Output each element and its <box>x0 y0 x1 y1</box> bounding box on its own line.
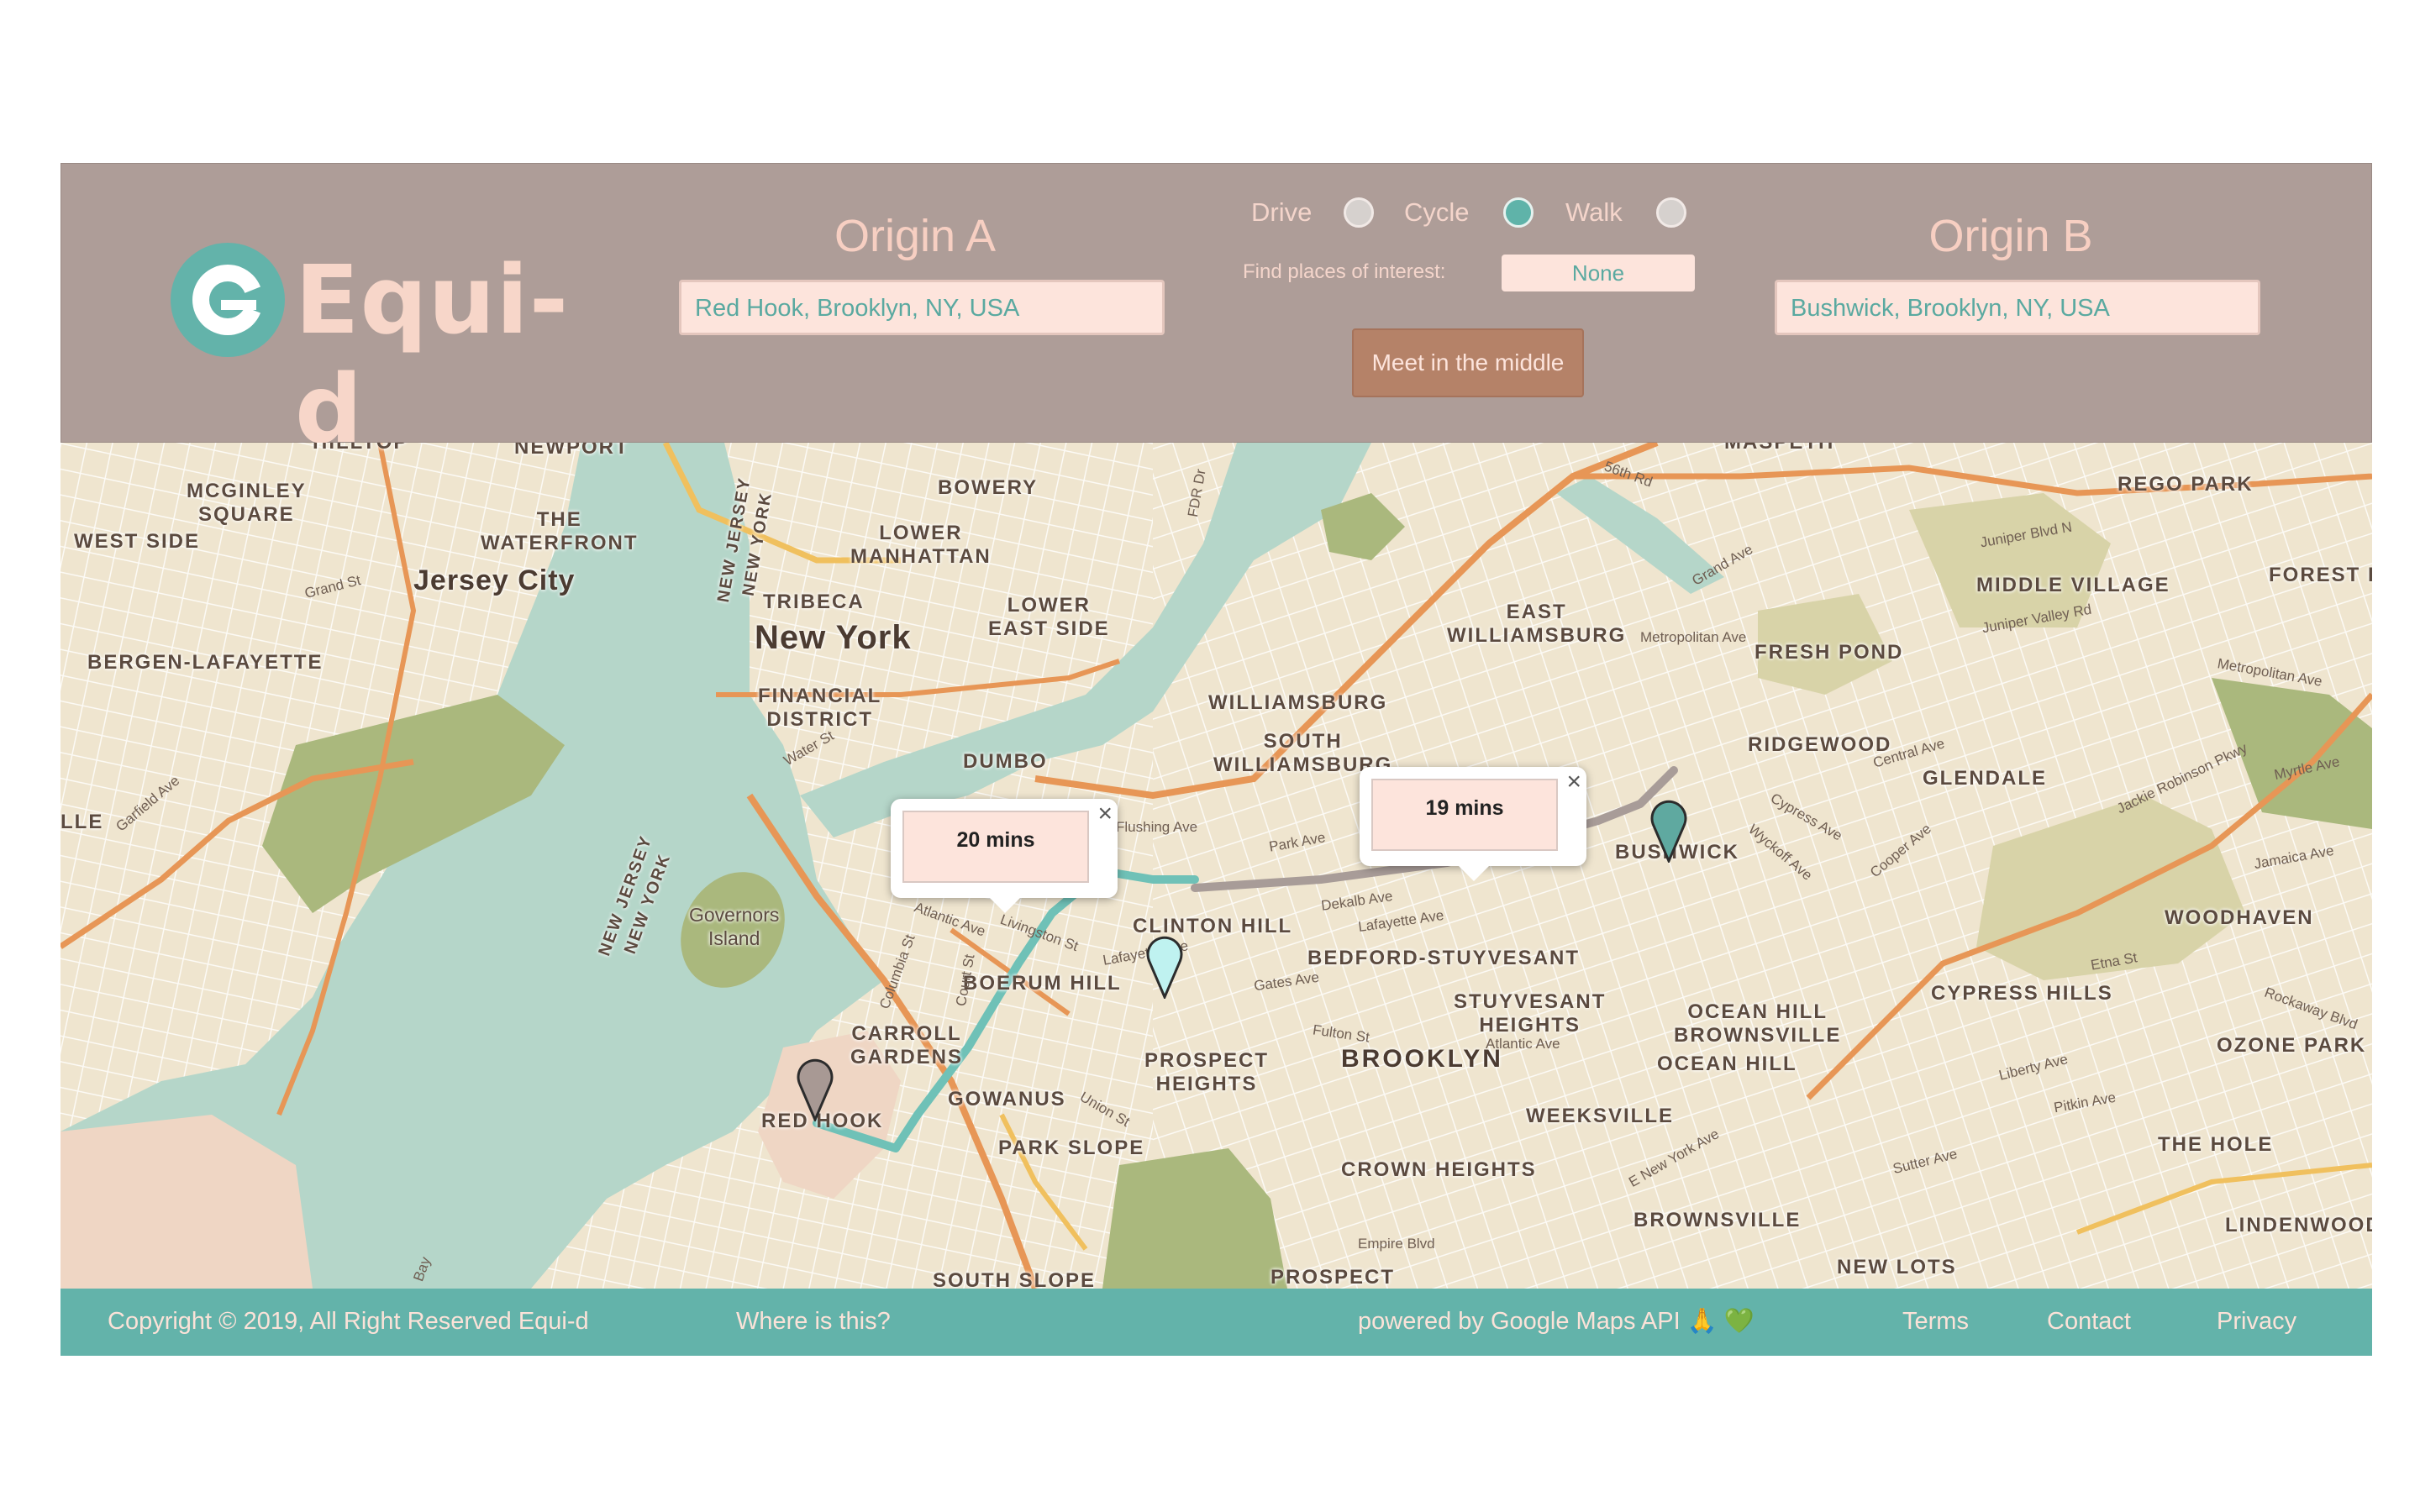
close-icon[interactable]: × <box>1097 801 1113 827</box>
origin-a-marker-icon[interactable] <box>795 1054 835 1121</box>
logo-wordmark: Equi-d <box>295 246 570 465</box>
map-label-crown-heights: CROWN HEIGHTS <box>1341 1158 1537 1181</box>
map-label-carroll-gardens: CARROLL GARDENS <box>850 1022 964 1068</box>
map-label-cypress-hills: CYPRESS HILLS <box>1931 982 2113 1005</box>
map-label-east-williamsburg: EAST WILLIAMSBURG <box>1447 601 1627 647</box>
map-label-jersey-city: Jersey City <box>413 564 576 596</box>
map-label-bed-stuy: BEDFORD-STUYVESANT <box>1307 947 1581 969</box>
map-label-lower-manhattan: LOWER MANHATTAN <box>850 522 992 568</box>
midpoint-marker-icon[interactable] <box>1144 932 1185 999</box>
map-label-fresh-pond: FRESH POND <box>1754 641 1904 664</box>
street-label: Metropolitan Ave <box>1640 629 1747 645</box>
map-label-forest-hills: FOREST H <box>2269 564 2372 586</box>
logo[interactable]: Equi-d <box>169 241 568 465</box>
mode-walk-radio[interactable] <box>1656 197 1686 228</box>
map-label-stuyvesant-heights: STUYVESANT HEIGHTS <box>1454 990 1607 1037</box>
street-label: Flushing Ave <box>1116 819 1198 835</box>
origin-b-marker-icon[interactable] <box>1649 795 1689 863</box>
map-label-gowanus: GOWANUS <box>948 1088 1066 1110</box>
map-label-glendale: GLENDALE <box>1923 767 2047 790</box>
origin-a-input[interactable]: Red Hook, Brooklyn, NY, USA <box>679 280 1165 335</box>
map-label-bergen: BERGEN-LAFAYETTE <box>87 651 324 674</box>
map-label-new-york: New York <box>755 619 912 656</box>
map-label-park-slope: PARK SLOPE <box>998 1137 1145 1159</box>
map-label-governors-island: Governors Island <box>689 904 780 949</box>
map-label-lower-east-side: LOWER EAST SIDE <box>988 594 1110 640</box>
map-label-newport: NEWPORT <box>514 443 629 459</box>
mode-cycle-label: Cycle <box>1404 197 1470 227</box>
map-label-westside: WEST SIDE <box>74 530 201 553</box>
map-label-lindenwood: LINDENWOOD <box>2225 1214 2372 1236</box>
map-label-prospect: PROSPECT <box>1270 1266 1396 1289</box>
origin-a-title: Origin A <box>834 211 997 261</box>
map-label-the-hole: THE HOLE <box>2158 1133 2274 1156</box>
mode-cycle-radio[interactable] <box>1503 197 1534 228</box>
map-label-prospect-heights: PROSPECT HEIGHTS <box>1144 1049 1270 1095</box>
copyright-text: Copyright © 2019, All Right Reserved Equ… <box>108 1308 589 1335</box>
street-label: Atlantic Ave <box>1486 1036 1560 1052</box>
map-label-financial: FINANCIAL DISTRICT <box>758 685 882 731</box>
mode-drive-radio[interactable] <box>1344 197 1374 228</box>
origin-b-input[interactable]: Bushwick, Brooklyn, NY, USA <box>1775 280 2260 335</box>
map-label-maspeth: MASPETH <box>1724 443 1834 454</box>
poi-select[interactable]: None <box>1502 255 1695 291</box>
route-b-time-popup: 19 mins × <box>1360 767 1586 881</box>
map-label-new-lots: NEW LOTS <box>1837 1256 1957 1278</box>
map-label-hilltop: HILLTOP <box>313 443 408 454</box>
map-label-brownsville: BROWNSVILLE <box>1634 1209 1802 1231</box>
close-icon[interactable]: × <box>1566 769 1581 795</box>
popup-tail <box>990 898 1020 913</box>
terms-link[interactable]: Terms <box>1902 1307 1969 1336</box>
map-label-dumbo: DUMBO <box>963 750 1048 773</box>
logo-icon <box>171 243 285 357</box>
footer-bar: Copyright © 2019, All Right Reserved Equ… <box>60 1289 2372 1356</box>
mode-walk-label: Walk <box>1565 197 1623 227</box>
map-label-mcginley: MCGINLEY SQUARE <box>187 480 307 526</box>
map-label-boerum-hill: BOERUM HILL <box>963 972 1122 995</box>
map-label-south-slope: SOUTH SLOPE <box>933 1269 1097 1289</box>
privacy-link[interactable]: Privacy <box>2217 1307 2296 1336</box>
map-label-lle: LLE <box>60 811 104 833</box>
contact-link[interactable]: Contact <box>2047 1307 2131 1336</box>
mode-drive-label: Drive <box>1251 197 1313 227</box>
route-a-time-popup: 20 mins × <box>891 799 1118 913</box>
app-window: Equi-d Origin A Red Hook, Brooklyn, NY, … <box>60 163 2372 1356</box>
poi-label: Find places of interest: <box>1243 260 1446 283</box>
where-is-this-link[interactable]: Where is this? <box>736 1307 891 1336</box>
map-label-tribeca: TRIBECA <box>763 591 865 613</box>
map-label-williamsburg: WILLIAMSBURG <box>1208 691 1388 714</box>
powered-by-text: powered by Google Maps API 🙏 💚 <box>1358 1308 1755 1335</box>
route-b-time-text: 19 mins <box>1371 779 1558 851</box>
meet-in-middle-button[interactable]: Meet in the middle <box>1352 328 1584 397</box>
map-canvas[interactable]: NEWPORT HILLTOP MCGINLEY SQUARE WEST SID… <box>60 443 2372 1289</box>
map-label-bowery: BOWERY <box>938 476 1039 499</box>
origin-b-title: Origin B <box>1928 211 2093 261</box>
header-bar: Equi-d Origin A Red Hook, Brooklyn, NY, … <box>60 163 2372 465</box>
route-a-time-text: 20 mins <box>902 811 1089 883</box>
street-label: Empire Blvd <box>1358 1236 1435 1252</box>
map-label-brooklyn: BROOKLYN <box>1341 1045 1503 1073</box>
map-label-ridgewood: RIDGEWOOD <box>1748 733 1892 756</box>
map-label-ozone-park: OZONE PARK <box>2217 1034 2367 1057</box>
map-label-woodhaven: WOODHAVEN <box>2165 906 2314 929</box>
map-basemap <box>60 443 2372 1289</box>
map-label-ocean-hill-brownsville: OCEAN HILL BROWNSVILLE <box>1674 1000 1842 1047</box>
popup-tail <box>1459 866 1489 881</box>
map-label-ocean-hill: OCEAN HILL <box>1657 1053 1797 1075</box>
map-label-waterfront: THE WATERFRONT <box>481 508 639 554</box>
map-label-rego-park: REGO PARK <box>2118 473 2254 496</box>
map-label-weeksville: WEEKSVILLE <box>1526 1105 1675 1127</box>
map-label-middle-village: MIDDLE VILLAGE <box>1976 574 2170 596</box>
